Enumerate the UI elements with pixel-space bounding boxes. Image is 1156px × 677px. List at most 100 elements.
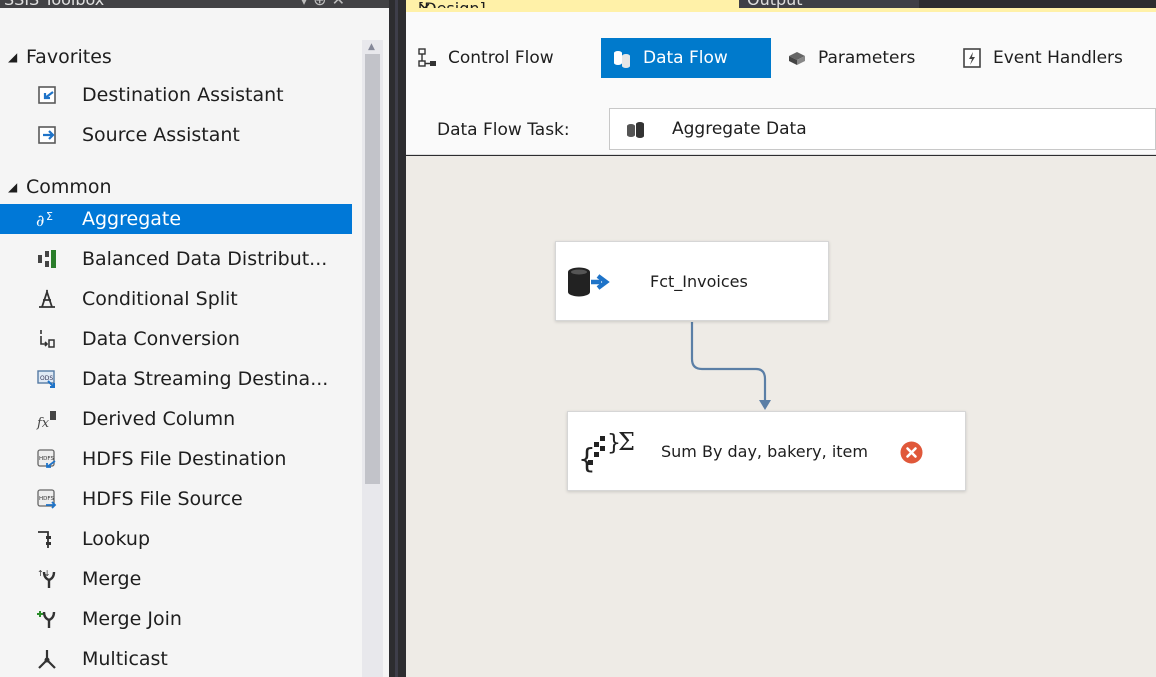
svg-text:↑↓: ↑↓ <box>37 569 50 578</box>
data-streaming-icon: ODS <box>37 370 55 388</box>
toolbox-item-balanced-data-distributor[interactable]: Balanced Data Distribut... <box>0 244 352 274</box>
svg-text:Σ: Σ <box>618 428 635 456</box>
pane-splitter[interactable] <box>389 0 406 677</box>
toolbox-item-label: HDFS File Destination <box>82 448 287 470</box>
toolbox-item-derived-column[interactable]: fx Derived Column <box>0 404 352 434</box>
database-source-icon <box>568 267 610 297</box>
error-icon[interactable] <box>900 441 923 464</box>
conditional-split-icon <box>39 289 55 308</box>
toolbox-item-label: Merge Join <box>82 608 182 630</box>
group-label: Common <box>26 176 112 198</box>
toolbox-item-source-assistant[interactable]: Source Assistant <box>0 120 352 150</box>
toolbox-group-favorites[interactable]: ◢ Favorites <box>8 42 360 72</box>
tab-title: Package.dtsx [Design] <box>418 0 524 8</box>
toolbox-item-label: Aggregate <box>82 208 182 230</box>
source-component-fct-invoices[interactable]: Fct_Invoices <box>555 241 829 321</box>
hdfs-source-icon: HDFS <box>37 489 57 509</box>
svg-text:fx: fx <box>36 416 50 430</box>
component-label: Fct_Invoices <box>650 272 748 291</box>
tab-parameters[interactable]: Parameters <box>776 38 946 78</box>
toolbox-item-label: Data Conversion <box>82 328 240 350</box>
designer-tabs: Control Flow Data Flow Parameters Event … <box>406 38 1156 78</box>
tab-package-design[interactable]: Package.dtsx [Design] ⊕ ✕ <box>406 0 739 8</box>
source-assistant-icon <box>38 126 56 144</box>
svg-text:{: { <box>578 442 596 474</box>
tab-output[interactable]: Output <box>739 0 919 8</box>
data-flow-task-value: Aggregate Data <box>672 119 807 139</box>
toolbox-item-label: Merge <box>82 568 142 590</box>
aggregate-icon: { } Σ <box>578 428 635 474</box>
data-flow-task-row: Data Flow Task: Aggregate Data <box>406 108 1156 152</box>
collapse-arrow-icon: ◢ <box>8 50 18 64</box>
designer-header: Control Flow Data Flow Parameters Event … <box>406 12 1156 155</box>
toolbox-group-common[interactable]: ◢ Common <box>8 172 360 202</box>
toolbox-item-label: Conditional Split <box>82 288 238 310</box>
toolbox-title-bar: SSIS Toolbox ▾ ⊕ ✕ <box>0 0 389 8</box>
tab-label: Event Handlers <box>993 48 1123 68</box>
lookup-icon <box>38 531 51 548</box>
toolbox-item-conditional-split[interactable]: Conditional Split <box>0 284 352 314</box>
tab-event-handlers[interactable]: Event Handlers <box>951 38 1156 78</box>
toolbox-item-data-streaming-destination[interactable]: ODS Data Streaming Destina... <box>0 364 352 394</box>
control-flow-icon <box>418 48 436 67</box>
svg-text:ODS: ODS <box>40 375 53 382</box>
svg-text:∂: ∂ <box>36 211 44 230</box>
toolbox-item-label: Balanced Data Distribut... <box>82 248 328 270</box>
toolbox-item-aggregate[interactable]: ∂ Σ Aggregate <box>0 204 352 234</box>
toolbox-window-controls[interactable]: ▾ ⊕ ✕ <box>300 0 345 8</box>
aggregate-component[interactable]: { } Σ Sum By day, bakery, item <box>567 411 966 491</box>
toolbox-item-label: Derived Column <box>82 408 236 430</box>
toolbox-item-hdfs-file-source[interactable]: HDFS HDFS File Source <box>0 484 352 514</box>
tab-controls[interactable]: ⊕ ✕ <box>418 0 432 8</box>
balanced-distributor-icon <box>38 250 56 268</box>
derived-column-icon: fx <box>36 411 56 430</box>
destination-assistant-icon <box>38 86 56 104</box>
toolbox-item-label: Destination Assistant <box>82 84 284 106</box>
tab-label: Control Flow <box>448 48 554 68</box>
toolbox-item-merge[interactable]: ↑↓ Merge <box>0 564 352 594</box>
multicast-icon <box>38 650 56 669</box>
svg-text:HDFS: HDFS <box>39 456 54 462</box>
data-flow-canvas[interactable]: Fct_Invoices { } Σ Sum By day, bakery, i… <box>406 156 1156 677</box>
splitter-stripe <box>395 0 398 677</box>
toolbox-item-data-conversion[interactable]: Data Conversion <box>0 324 352 354</box>
toolbox-item-destination-assistant[interactable]: Destination Assistant <box>0 80 352 110</box>
data-flow-icon <box>614 51 630 68</box>
merge-icon: ↑↓ <box>37 569 56 588</box>
collapse-arrow-icon: ◢ <box>8 180 18 194</box>
scroll-up-arrow-icon[interactable]: ▲ <box>368 42 375 52</box>
svg-text:HDFS: HDFS <box>39 496 54 502</box>
ssis-toolbox-pane: SSIS Toolbox ▾ ⊕ ✕ ◢ Favorites Destinatio… <box>0 0 389 677</box>
toolbox-item-multicast[interactable]: Multicast <box>0 644 352 674</box>
tab-data-flow[interactable]: Data Flow <box>601 38 771 78</box>
svg-text:Σ: Σ <box>46 210 53 223</box>
scrollbar-thumb[interactable] <box>365 54 380 484</box>
data-flow-task-select[interactable]: Aggregate Data <box>609 108 1156 150</box>
tab-label: Parameters <box>818 48 916 68</box>
tab-label: Output <box>747 0 803 8</box>
toolbox-scrollbar[interactable]: ▲ <box>362 40 383 677</box>
data-conversion-icon <box>40 330 55 348</box>
data-flow-task-icon <box>627 122 644 138</box>
tab-control-flow[interactable]: Control Flow <box>406 38 591 78</box>
event-handlers-icon <box>963 48 981 68</box>
toolbox-item-hdfs-file-destination[interactable]: HDFS HDFS File Destination <box>0 444 352 474</box>
aggregate-icon: ∂ Σ <box>36 210 53 230</box>
toolbox-item-label: HDFS File Source <box>82 488 243 510</box>
parameters-icon <box>789 52 805 65</box>
toolbox-item-label: Data Streaming Destina... <box>82 368 329 390</box>
document-tabstrip: Package.dtsx [Design] ⊕ ✕ Output <box>406 0 1156 8</box>
toolbox-item-label: Source Assistant <box>82 124 240 146</box>
hdfs-destination-icon: HDFS <box>37 449 56 468</box>
data-flow-task-label: Data Flow Task: <box>437 120 570 140</box>
tab-label: Package.dtsx [Design] ⊕ ✕ <box>412 0 486 8</box>
tab-label: Data Flow <box>643 48 728 68</box>
group-label: Favorites <box>26 46 112 68</box>
toolbox-title: SSIS Toolbox <box>4 0 104 8</box>
toolbox-item-lookup[interactable]: Lookup <box>0 524 352 554</box>
toolbox-item-label: Multicast <box>82 648 168 670</box>
merge-join-icon <box>37 611 56 628</box>
component-label: Sum By day, bakery, item <box>661 442 868 461</box>
toolbox-item-merge-join[interactable]: Merge Join <box>0 604 352 634</box>
toolbox-item-label: Lookup <box>82 528 151 550</box>
